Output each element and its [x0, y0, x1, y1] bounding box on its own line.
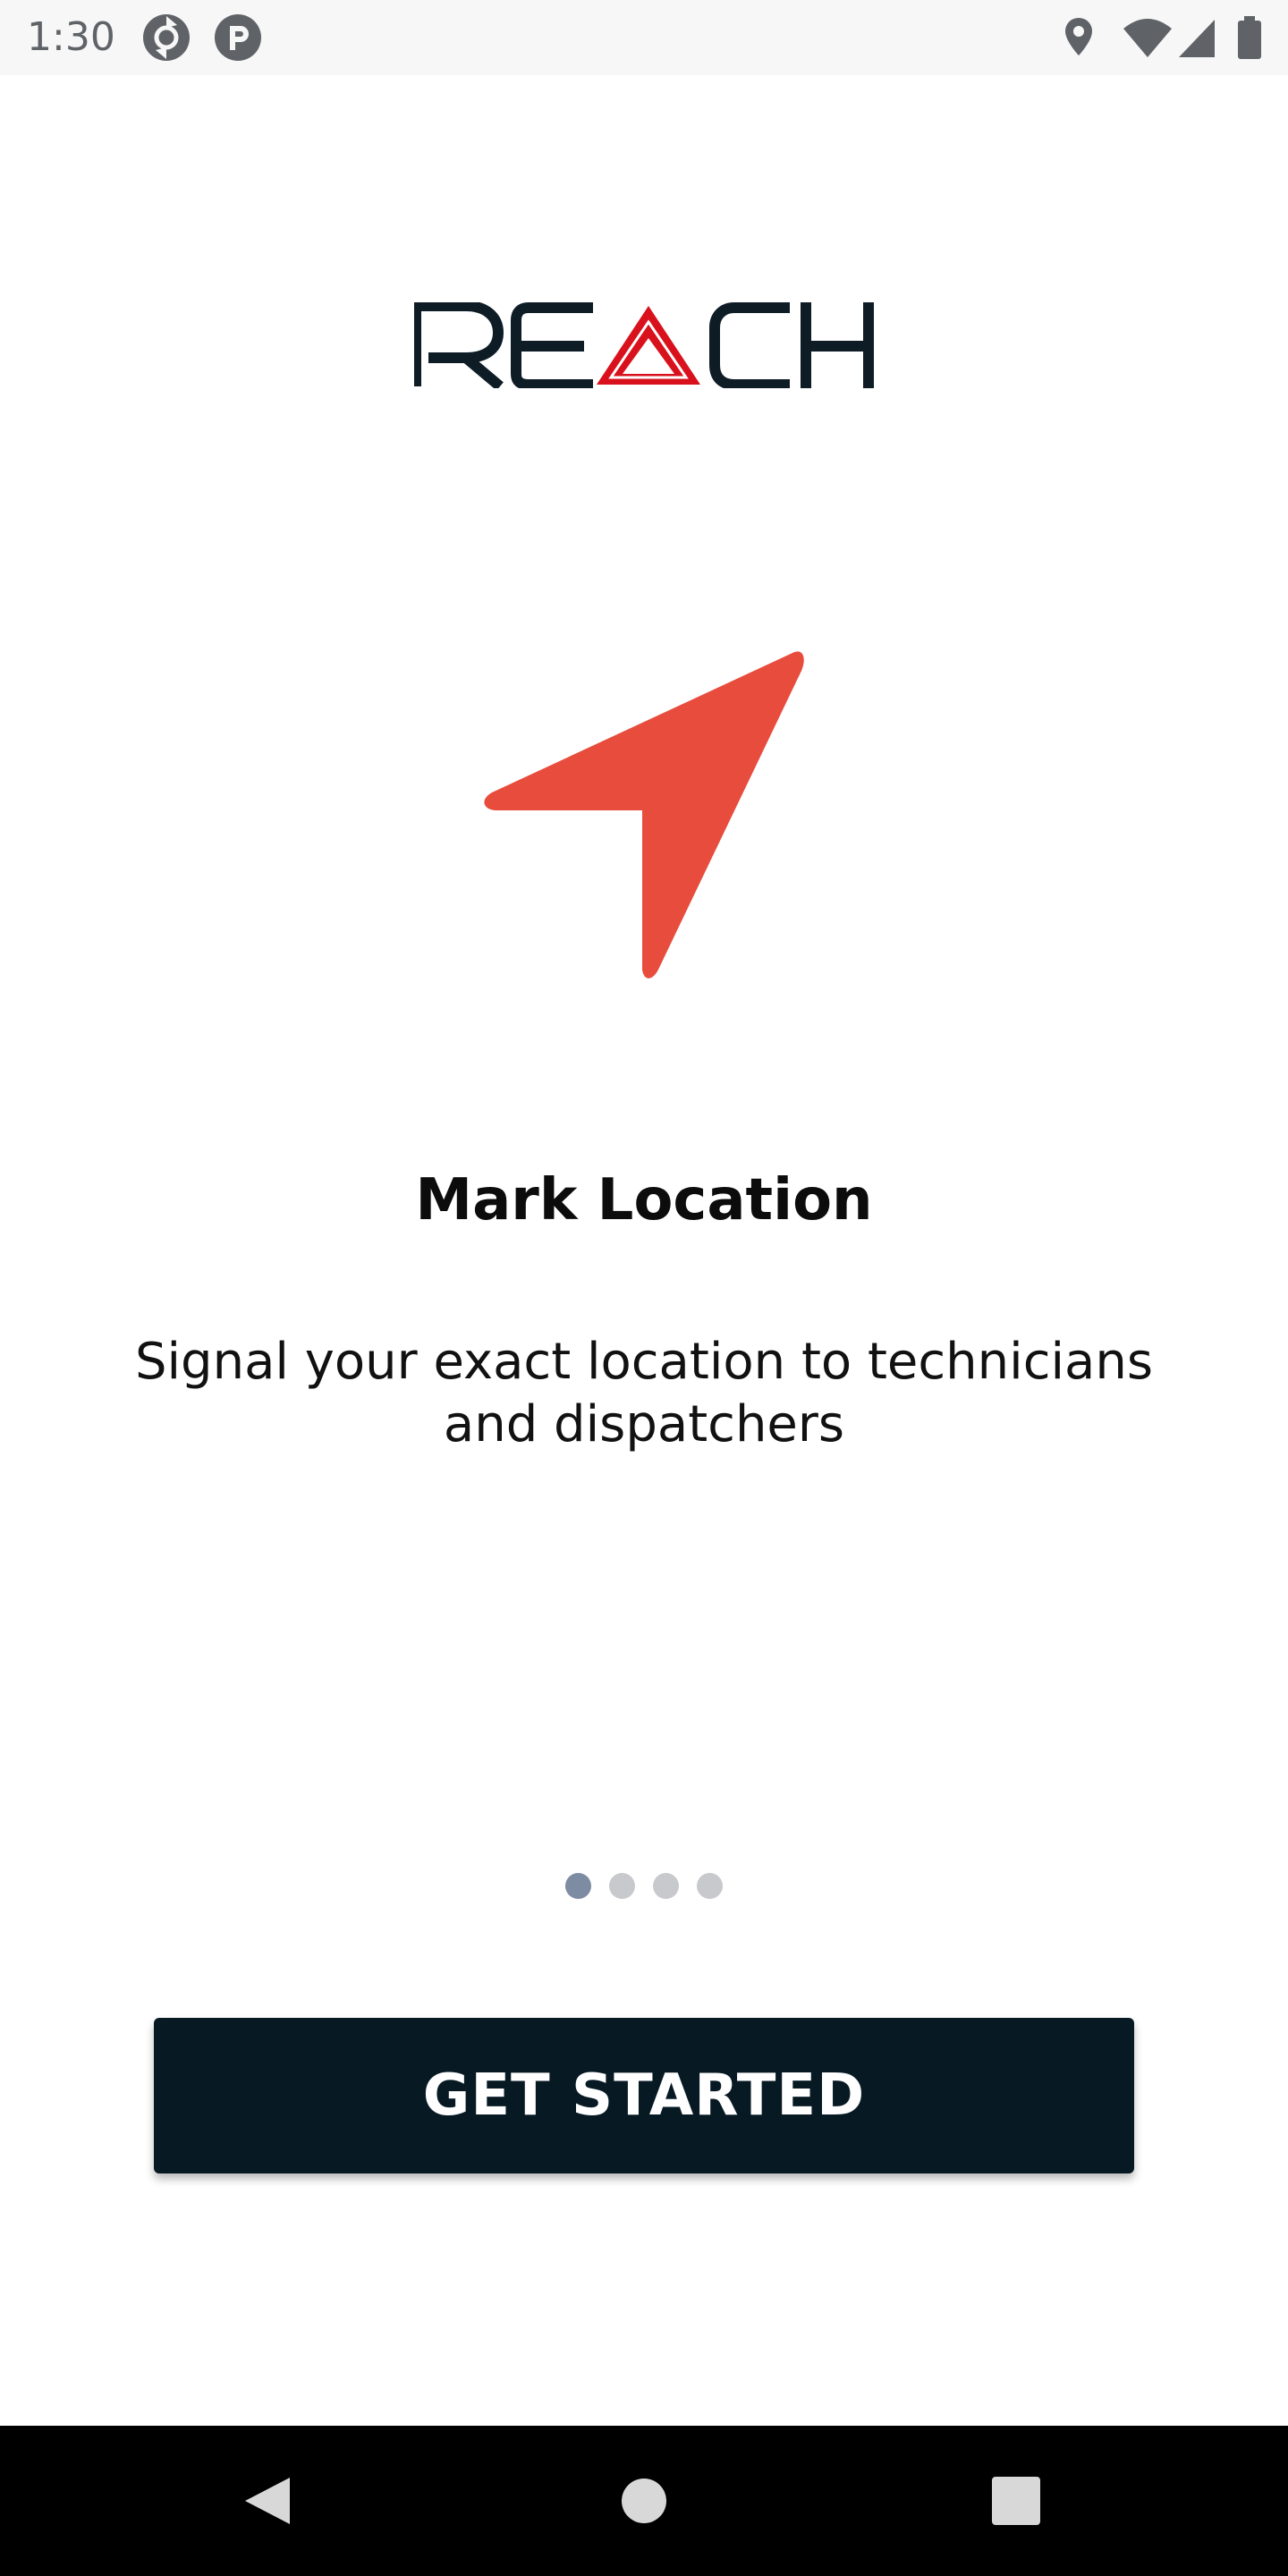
slide-title: Mark Location [415, 1167, 873, 1233]
back-icon[interactable] [179, 2426, 358, 2576]
r-app-icon [215, 14, 261, 61]
slide-description: Signal your exact location to technician… [134, 1333, 1154, 1453]
system-nav-bar [0, 2426, 1288, 2576]
sync-app-icon [143, 14, 190, 61]
status-bar: 1:30 [0, 0, 1288, 75]
page-indicator [0, 1873, 1288, 1900]
cell-signal-icon [1179, 20, 1215, 57]
reach-logo [414, 302, 874, 388]
page-dot-1[interactable] [565, 1873, 591, 1899]
navigation-arrow-icon [484, 651, 804, 979]
page-dot-3[interactable] [653, 1873, 679, 1899]
get-started-button[interactable]: GET STARTED [154, 2018, 1134, 2174]
battery-icon [1238, 16, 1261, 59]
recents-icon[interactable] [927, 2426, 1106, 2576]
home-icon[interactable] [555, 2426, 733, 2576]
page-dot-4[interactable] [697, 1873, 723, 1899]
status-time: 1:30 [27, 14, 115, 60]
location-icon [1065, 18, 1092, 55]
wifi-icon [1123, 19, 1172, 57]
page-dot-2[interactable] [609, 1873, 635, 1899]
